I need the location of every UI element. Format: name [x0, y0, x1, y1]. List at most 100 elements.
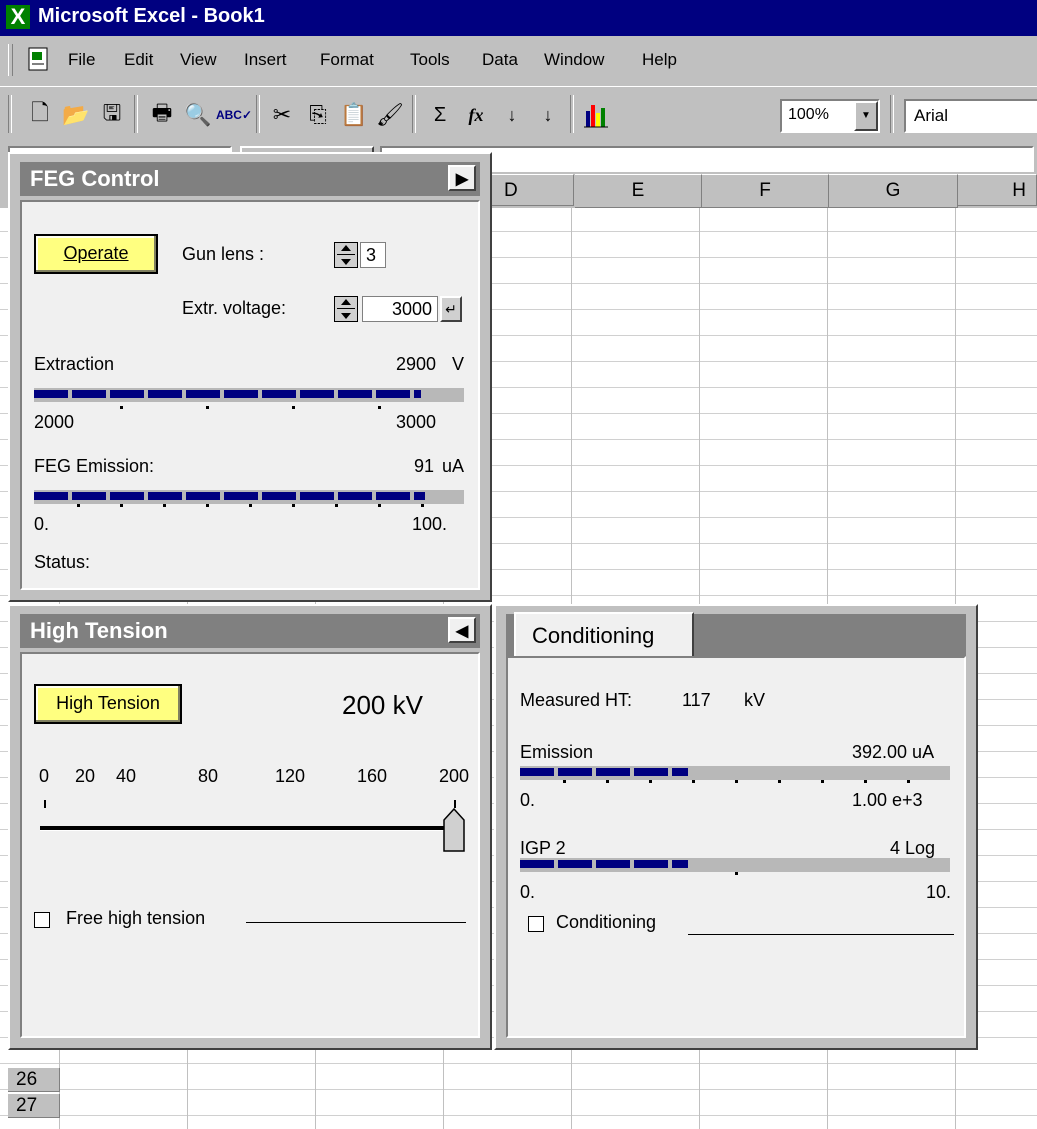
column-header-e[interactable]: E — [575, 174, 702, 208]
excel-icon: X — [6, 5, 30, 29]
cond-emission-bar-fill — [520, 768, 688, 776]
menu-insert[interactable]: Insert — [244, 50, 287, 70]
scale-tick — [606, 780, 609, 783]
chevron-down-icon[interactable]: ▼ — [854, 101, 878, 131]
extraction-bar — [34, 388, 464, 409]
scale-tick — [378, 504, 381, 507]
measured-ht-label: Measured HT: — [520, 690, 633, 710]
measured-ht-value: 117 — [682, 690, 711, 710]
high-tension-title-bar: High Tension ◀ — [20, 614, 480, 648]
extraction-bar-fill — [34, 390, 421, 398]
format-painter-icon[interactable]: 🖌 — [374, 99, 406, 131]
high-tension-slider-thumb[interactable] — [443, 808, 465, 852]
title-bar: X Microsoft Excel - Book1 — [0, 0, 1037, 36]
scale-tick — [120, 406, 123, 409]
chart-wizard-icon[interactable] — [580, 99, 612, 131]
sort-descending-icon[interactable]: ↓ — [532, 99, 564, 131]
high-tension-scale-label: 200 — [439, 766, 470, 786]
high-tension-scale-label: 120 — [275, 766, 306, 786]
row-header-26[interactable]: 26 — [8, 1068, 60, 1092]
toolbar-grip — [8, 95, 12, 133]
igp-bar-fill — [520, 860, 688, 868]
cut-icon[interactable]: ✂ — [266, 99, 298, 131]
gun-lens-label: Gun lens : — [182, 244, 265, 264]
feg-emission-value: 91 — [414, 456, 435, 476]
scale-tick — [120, 504, 123, 507]
extraction-label: Extraction — [34, 354, 115, 374]
row-header-27[interactable]: 27 — [8, 1094, 60, 1118]
menu-file[interactable]: File — [68, 50, 95, 70]
scale-tick — [735, 780, 738, 783]
spelling-icon[interactable]: ABC✓ — [216, 99, 252, 131]
autosum-icon[interactable]: Σ — [424, 99, 456, 131]
scale-tick — [421, 504, 424, 507]
high-tension-button[interactable]: High Tension — [34, 684, 182, 724]
column-header-h[interactable]: H — [958, 174, 1037, 206]
extraction-max: 3000 — [396, 412, 437, 432]
font-name-combobox[interactable]: Arial — [904, 99, 1037, 133]
column-header-g[interactable]: G — [829, 174, 958, 208]
high-tension-scale-tick — [454, 800, 456, 808]
standard-toolbar: 🗋 📂 🖫 🖶 🔍 ABC✓ ✂ ⎘ 📋 🖌 Σ fx ↓ ↓ 100% ▼ A… — [0, 86, 1037, 146]
enter-icon[interactable]: ↵ — [440, 296, 462, 322]
high-tension-scale-label: 20 — [75, 766, 96, 786]
separator-line — [688, 934, 954, 935]
scale-tick — [77, 504, 80, 507]
function-icon[interactable]: fx — [460, 99, 492, 131]
new-icon[interactable]: 🗋 — [24, 99, 56, 131]
gun-lens-stepper[interactable] — [334, 242, 358, 268]
open-icon[interactable]: 📂 — [60, 99, 92, 131]
feg-emission-label: FEG Emission: — [34, 456, 155, 476]
feg-control-panel: FEG Control ▶ Operate Gun lens : 3 Extr.… — [8, 152, 492, 602]
cond-emission-bar — [520, 766, 950, 783]
print-preview-icon[interactable]: 🔍 — [182, 99, 214, 131]
extraction-value: 2900 — [396, 354, 437, 374]
toolbar-separator — [412, 95, 416, 133]
copy-icon[interactable]: ⎘ — [302, 99, 334, 131]
zoom-combobox[interactable]: 100% ▼ — [780, 99, 880, 133]
measured-ht-unit: kV — [744, 690, 766, 710]
high-tension-title: High Tension — [30, 618, 168, 643]
window-title: Microsoft Excel - Book1 — [38, 5, 265, 27]
scale-tick — [563, 780, 566, 783]
extraction-unit: V — [452, 354, 465, 374]
gun-lens-value[interactable]: 3 — [360, 242, 386, 268]
menu-window[interactable]: Window — [544, 50, 604, 70]
menu-edit[interactable]: Edit — [124, 50, 153, 70]
save-icon[interactable]: 🖫 — [96, 99, 128, 131]
column-header-d[interactable]: D — [490, 174, 574, 206]
menu-help[interactable]: Help — [642, 50, 677, 70]
sort-ascending-icon[interactable]: ↓ — [496, 99, 528, 131]
scale-tick — [378, 406, 381, 409]
free-high-tension-checkbox[interactable] — [34, 912, 50, 928]
paste-icon[interactable]: 📋 — [338, 99, 370, 131]
collapse-left-icon[interactable]: ◀ — [448, 617, 476, 643]
column-header-f[interactable]: F — [702, 174, 829, 208]
workbook-icon[interactable] — [26, 46, 52, 72]
high-tension-scale-label: 80 — [198, 766, 219, 786]
cond-emission-label: Emission — [520, 742, 594, 762]
cond-emission-min: 0. — [520, 790, 536, 810]
toolbar-separator — [890, 95, 894, 133]
menu-bar: File Edit View Insert Format Tools Data … — [0, 36, 1037, 86]
menu-view[interactable]: View — [180, 50, 217, 70]
tab-conditioning[interactable]: Conditioning — [514, 612, 694, 658]
print-icon[interactable]: 🖶 — [146, 99, 178, 131]
expand-right-icon[interactable]: ▶ — [448, 165, 476, 191]
menu-format[interactable]: Format — [320, 50, 374, 70]
conditioning-checkbox[interactable] — [528, 916, 544, 932]
menu-tools[interactable]: Tools — [410, 50, 450, 70]
extr-voltage-stepper[interactable] — [334, 296, 358, 322]
separator-line — [246, 922, 466, 923]
high-tension-scale-label: 40 — [116, 766, 137, 786]
scale-tick — [907, 780, 910, 783]
feg-emission-bar-fill — [34, 492, 425, 500]
operate-button[interactable]: Operate — [34, 234, 158, 274]
extr-voltage-input[interactable]: 3000 — [362, 296, 438, 322]
scale-tick — [821, 780, 824, 783]
scale-tick — [735, 872, 738, 875]
toolbar-separator — [256, 95, 260, 133]
cond-emission-max: 1.00 e+3 — [852, 790, 923, 810]
menu-data[interactable]: Data — [482, 50, 518, 70]
high-tension-slider-track[interactable] — [40, 826, 460, 831]
